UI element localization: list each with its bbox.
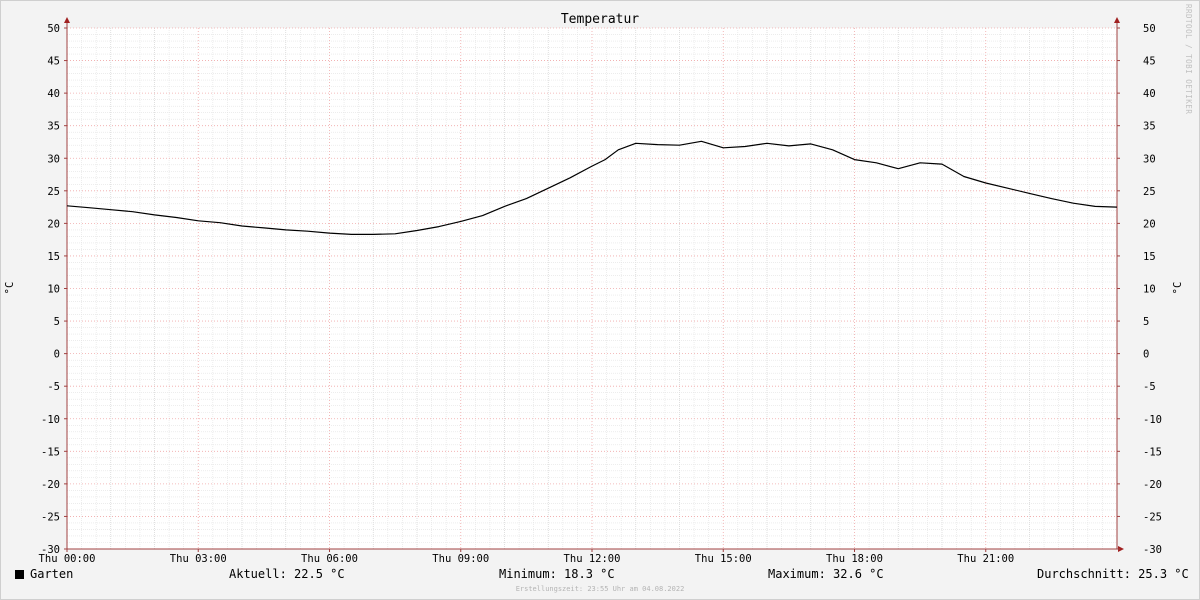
x-tick-label: Thu 09:00 xyxy=(432,553,489,565)
y-tick-label-right: -10 xyxy=(1143,414,1162,426)
x-tick-label: Thu 03:00 xyxy=(170,553,227,565)
y-tick-label-right: -20 xyxy=(1143,479,1162,491)
y-tick-label-right: 5 xyxy=(1143,316,1149,328)
y-tick-label-left: 45 xyxy=(47,56,60,68)
y-tick-label-left: 25 xyxy=(47,186,60,198)
y-tick-label-left: 50 xyxy=(47,23,60,35)
y-axis-arrow-right xyxy=(1114,17,1120,23)
y-tick-label-left: -5 xyxy=(47,381,60,393)
y-tick-label-left: 35 xyxy=(47,121,60,133)
x-tick-label: Thu 21:00 xyxy=(957,553,1014,565)
y-tick-label-right: 10 xyxy=(1143,284,1156,296)
x-tick-label: Thu 12:00 xyxy=(564,553,621,565)
rrdtool-watermark: RRDTOOL / TOBI OETIKER xyxy=(1184,4,1193,115)
y-tick-label-left: -10 xyxy=(41,414,60,426)
y-tick-label-right: -25 xyxy=(1143,511,1162,523)
legend-swatch-garten xyxy=(15,570,24,579)
y-tick-label-left: -15 xyxy=(41,446,60,458)
x-tick-label: Thu 00:00 xyxy=(39,553,96,565)
y-tick-label-left: -20 xyxy=(41,479,60,491)
y-tick-label-right: -5 xyxy=(1143,381,1156,393)
y-tick-label-right: 50 xyxy=(1143,23,1156,35)
legend-series-name: Garten xyxy=(30,567,74,581)
y-tick-label-right: 45 xyxy=(1143,56,1156,68)
y-tick-label-left: 30 xyxy=(47,153,60,165)
grid xyxy=(66,27,1117,550)
y-tick-label-right: 20 xyxy=(1143,218,1156,230)
y-tick-label-right: -30 xyxy=(1143,544,1162,556)
y-tick-label-left: 0 xyxy=(54,349,60,361)
y-axis-label-left: °C xyxy=(4,282,16,295)
y-axis-arrow-left xyxy=(64,17,70,23)
chart-title: Temperatur xyxy=(561,12,639,27)
x-tick-label: Thu 15:00 xyxy=(695,553,752,565)
legend-average: Durchschnitt: 25.3 °C xyxy=(1037,567,1189,581)
y-tick-label-right: 30 xyxy=(1143,153,1156,165)
y-axis-label-right: °C xyxy=(1172,282,1184,295)
y-tick-label-left: 5 xyxy=(54,316,60,328)
y-tick-label-right: 35 xyxy=(1143,121,1156,133)
y-tick-label-left: 10 xyxy=(47,284,60,296)
y-tick-label-right: -15 xyxy=(1143,446,1162,458)
y-tick-label-left: 40 xyxy=(47,88,60,100)
creation-time-footer: Erstellungszeit: 23:55 Uhr am 04.08.2022 xyxy=(515,585,685,593)
y-tick-label-right: 15 xyxy=(1143,251,1156,263)
legend-minimum: Minimum: 18.3 °C xyxy=(499,567,615,581)
x-tick-label: Thu 06:00 xyxy=(301,553,358,565)
x-tick-label: Thu 18:00 xyxy=(826,553,883,565)
y-tick-label-right: 40 xyxy=(1143,88,1156,100)
legend-current: Aktuell: 22.5 °C xyxy=(229,567,345,581)
y-tick-label-right: 25 xyxy=(1143,186,1156,198)
temperature-chart: 50 5045 4540 4035 3530 3025 2520 2015 1510 105 50 0… xyxy=(4,12,1184,565)
y-tick-label-left: 20 xyxy=(47,218,60,230)
y-tick-label-left: 15 xyxy=(47,251,60,263)
y-tick-label-left: -25 xyxy=(41,511,60,523)
legend-maximum: Maximum: 32.6 °C xyxy=(768,567,884,581)
y-tick-label-right: 0 xyxy=(1143,349,1149,361)
